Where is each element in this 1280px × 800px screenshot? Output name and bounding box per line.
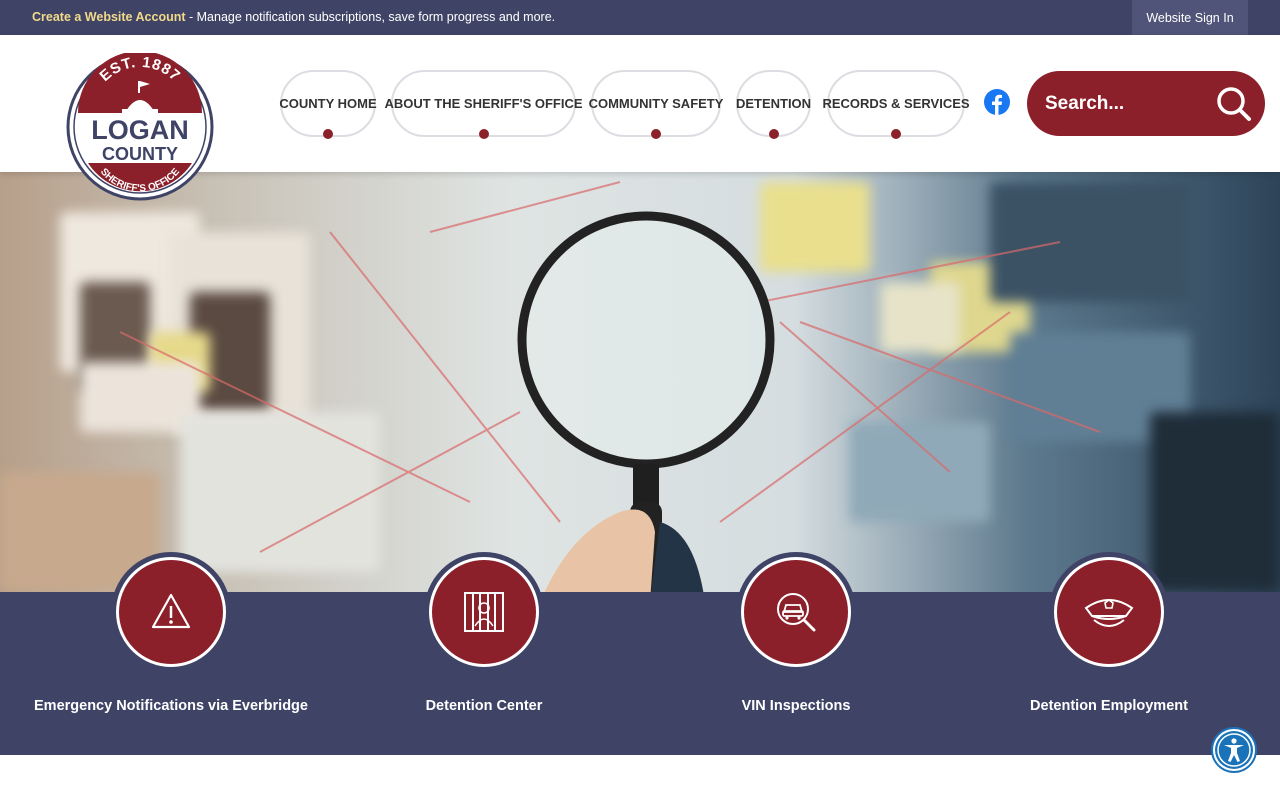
quicklink-circle — [111, 552, 231, 672]
create-account-link[interactable]: Create a Website Account — [32, 10, 186, 24]
quicklink-detention-employment[interactable]: Detention Employment — [949, 552, 1269, 752]
officer-hat-icon — [1084, 599, 1134, 627]
facebook-icon[interactable] — [984, 89, 1010, 115]
quicklink-circle — [424, 552, 544, 672]
nav-county-home[interactable]: COUNTY HOME — [279, 70, 377, 139]
svg-text:COUNTY: COUNTY — [102, 144, 178, 164]
accessibility-icon — [1215, 731, 1253, 769]
quicklink-circle — [1049, 552, 1169, 672]
nav-label: DETENTION — [735, 96, 812, 111]
nav-about-sheriff[interactable]: ABOUT THE SHERIFF'S OFFICE — [384, 70, 583, 139]
quicklink-vin-inspections[interactable]: VIN Inspections — [636, 552, 956, 752]
search-input[interactable] — [1045, 71, 1215, 136]
hero-banner-image — [0, 172, 1280, 592]
nav-dot-icon — [323, 129, 333, 139]
quicklink-label: Emergency Notifications via Everbridge — [34, 698, 308, 714]
quicklink-emergency-notifications[interactable]: Emergency Notifications via Everbridge — [11, 552, 331, 752]
quicklink-detention-center[interactable]: Detention Center — [324, 552, 644, 752]
quicklink-label: VIN Inspections — [741, 698, 851, 714]
nav-records-services[interactable]: RECORDS & SERVICES — [822, 70, 970, 139]
magnifying-glass-image — [517, 211, 775, 592]
quicklink-label: Detention Employment — [1030, 698, 1188, 714]
nav-label: ABOUT THE SHERIFF'S OFFICE — [384, 96, 583, 111]
site-search — [1027, 71, 1265, 136]
nav-label: COMMUNITY SAFETY — [588, 96, 724, 111]
nav-community-safety[interactable]: COMMUNITY SAFETY — [588, 70, 724, 139]
svg-text:LOGAN: LOGAN — [91, 115, 189, 145]
warning-icon — [151, 593, 191, 629]
quicklink-circle — [736, 552, 856, 672]
accessibility-button[interactable] — [1211, 727, 1257, 773]
car-search-icon — [777, 593, 816, 632]
website-sign-in-button[interactable]: Website Sign In — [1132, 0, 1248, 35]
nav-label: COUNTY HOME — [279, 96, 377, 111]
search-icon[interactable] — [1215, 85, 1253, 123]
nav-detention[interactable]: DETENTION — [735, 70, 812, 139]
logan-county-sheriff-logo[interactable]: EST. 1887 LOGAN COUNTY SHERIFF'S OFFICE — [66, 53, 214, 201]
nav-dot-icon — [768, 129, 779, 139]
quicklink-label: Detention Center — [425, 698, 543, 714]
account-message: Create a Website Account - Manage notifi… — [32, 10, 555, 24]
top-bar: Create a Website Account - Manage notifi… — [0, 0, 1280, 35]
nav-dot-icon — [478, 129, 489, 139]
jail-bars-icon — [464, 592, 504, 632]
nav-dot-icon — [891, 129, 901, 139]
nav-dot-icon — [651, 129, 661, 139]
nav-label: RECORDS & SERVICES — [822, 96, 970, 111]
account-description: - Manage notification subscriptions, sav… — [185, 10, 556, 24]
